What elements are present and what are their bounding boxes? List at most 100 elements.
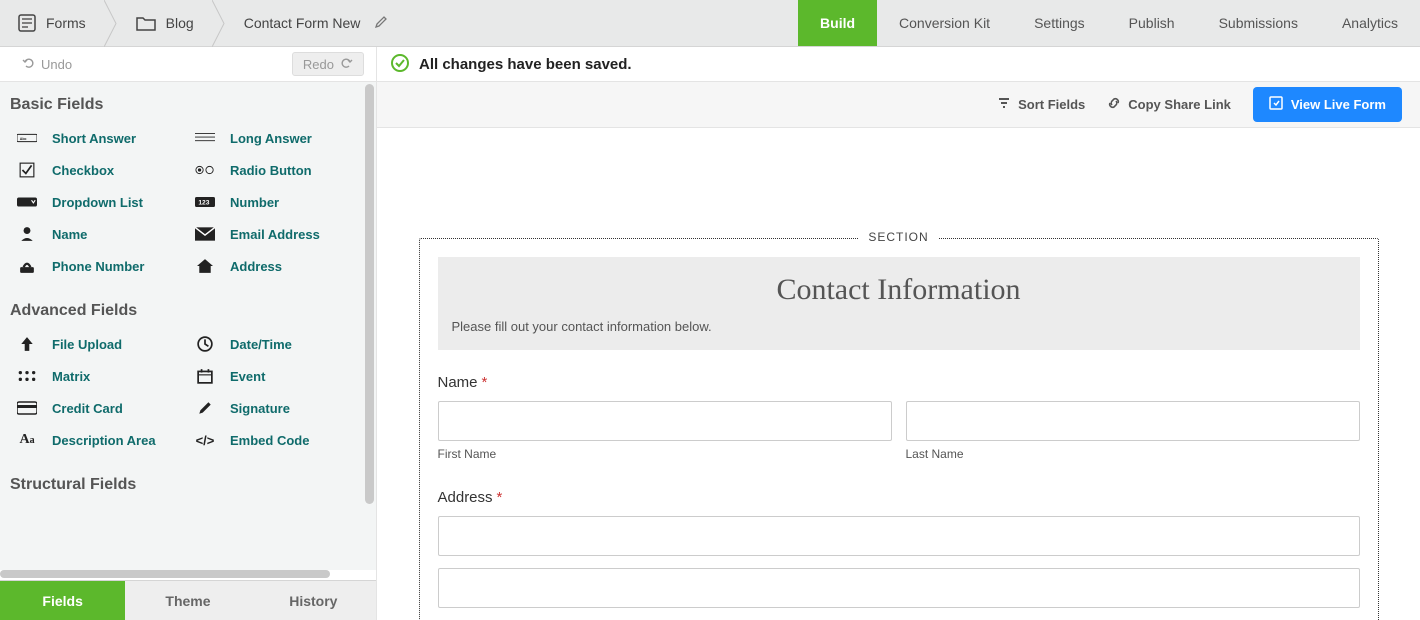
tab-build[interactable]: Build [798, 0, 877, 46]
address-line1-input[interactable] [438, 516, 1360, 556]
field-label: Address [230, 259, 282, 274]
tab-submissions-label: Submissions [1219, 15, 1298, 31]
breadcrumb-separator [212, 0, 226, 46]
field-address[interactable]: Address [184, 250, 358, 282]
phone-icon [14, 258, 40, 274]
text-icon: Aa [14, 432, 40, 448]
calendar-icon [192, 368, 218, 384]
advanced-fields-grid: File Upload Date/Time Matrix Event Credi… [0, 328, 364, 462]
top-bar: Forms Blog Contact Form New Build Conver… [0, 0, 1420, 47]
last-name-col: Last Name [906, 401, 1360, 461]
short-answer-icon: Abc [14, 130, 40, 146]
field-email-address[interactable]: Email Address [184, 218, 358, 250]
address-line2-input[interactable] [438, 568, 1360, 608]
sort-fields-button[interactable]: Sort Fields [997, 96, 1085, 113]
sidebar-scrollbar-vertical[interactable] [365, 84, 374, 564]
tab-conversion-kit[interactable]: Conversion Kit [877, 0, 1012, 46]
field-long-answer[interactable]: Long Answer [184, 122, 358, 154]
folder-icon [136, 15, 156, 31]
tab-submissions[interactable]: Submissions [1197, 0, 1320, 46]
field-label: Email Address [230, 227, 320, 242]
form-body: Name* First Name Last Name Address* [438, 350, 1360, 620]
pencil-icon [192, 400, 218, 416]
bottom-tab-theme[interactable]: Theme [125, 581, 250, 620]
basic-fields-header: Basic Fields [0, 82, 364, 122]
forms-icon [18, 14, 36, 32]
first-name-input[interactable] [438, 401, 892, 441]
field-matrix[interactable]: Matrix [6, 360, 180, 392]
check-circle-icon [391, 54, 409, 75]
code-icon: </> [192, 433, 218, 448]
sort-icon [997, 96, 1011, 113]
field-short-answer[interactable]: AbcShort Answer [6, 122, 180, 154]
field-label: Date/Time [230, 337, 292, 352]
sort-fields-label: Sort Fields [1018, 97, 1085, 112]
first-name-col: First Name [438, 401, 892, 461]
name-label-text: Name [438, 374, 478, 391]
tab-publish[interactable]: Publish [1107, 0, 1197, 46]
field-phone-number[interactable]: Phone Number [6, 250, 180, 282]
field-embed-code[interactable]: </> Embed Code [184, 424, 358, 456]
breadcrumb-title[interactable]: Contact Form New [226, 0, 399, 46]
field-dropdown-list[interactable]: Dropdown List [6, 186, 180, 218]
field-file-upload[interactable]: File Upload [6, 328, 180, 360]
content-area: All changes have been saved. Sort Fields… [377, 47, 1420, 620]
address-block [438, 516, 1360, 620]
field-label: Embed Code [230, 433, 309, 448]
long-answer-icon [192, 130, 218, 146]
clock-icon [192, 336, 218, 352]
bottom-tab-history[interactable]: History [251, 581, 376, 620]
fields-pane: Basic Fields AbcShort Answer Long Answer… [0, 82, 376, 570]
redo-button[interactable]: Redo [292, 52, 364, 76]
field-label: Long Answer [230, 131, 312, 146]
field-credit-card[interactable]: Credit Card [6, 392, 180, 424]
field-label: File Upload [52, 337, 122, 352]
field-datetime[interactable]: Date/Time [184, 328, 358, 360]
upload-icon [14, 336, 40, 352]
section-heading: Contact Information [452, 273, 1346, 307]
fields-scroll[interactable]: Basic Fields AbcShort Answer Long Answer… [0, 82, 364, 570]
edit-icon[interactable] [374, 15, 388, 32]
main-body: Undo Redo Basic Fields AbcShort Answer L… [0, 47, 1420, 620]
breadcrumb-forms[interactable]: Forms [0, 0, 104, 46]
field-description-area[interactable]: AaDescription Area [6, 424, 180, 456]
copy-share-link-button[interactable]: Copy Share Link [1107, 96, 1231, 113]
form-section[interactable]: SECTION Contact Information Please fill … [419, 238, 1379, 620]
bottom-tab-label: Theme [165, 593, 210, 609]
field-label: Number [230, 195, 279, 210]
external-icon [1269, 96, 1283, 113]
field-event[interactable]: Event [184, 360, 358, 392]
field-signature[interactable]: Signature [184, 392, 358, 424]
required-asterisk: * [482, 374, 488, 391]
field-checkbox[interactable]: Checkbox [6, 154, 180, 186]
sidebar-bottom-tabs: Fields Theme History [0, 580, 376, 620]
svg-text:Abc: Abc [20, 137, 27, 141]
tool-row: Sort Fields Copy Share Link View Live Fo… [377, 82, 1420, 128]
last-name-input[interactable] [906, 401, 1360, 441]
field-label: Phone Number [52, 259, 144, 274]
top-tabs: Build Conversion Kit Settings Publish Su… [798, 0, 1420, 46]
field-number[interactable]: 123Number [184, 186, 358, 218]
field-radio-button[interactable]: Radio Button [184, 154, 358, 186]
bottom-tab-label: History [289, 593, 337, 609]
address-label-text: Address [438, 489, 493, 506]
field-name[interactable]: Name [6, 218, 180, 250]
tab-settings[interactable]: Settings [1012, 0, 1107, 46]
section-subheading: Please fill out your contact information… [452, 319, 1346, 334]
form-canvas[interactable]: SECTION Contact Information Please fill … [377, 128, 1420, 620]
undo-button[interactable]: Undo [12, 53, 82, 75]
field-label: Event [230, 369, 265, 384]
view-live-form-button[interactable]: View Live Form [1253, 87, 1402, 122]
bottom-tab-fields[interactable]: Fields [0, 581, 125, 620]
tab-publish-label: Publish [1129, 15, 1175, 31]
undo-icon [22, 56, 35, 72]
breadcrumb-separator [104, 0, 118, 46]
tab-conversion-label: Conversion Kit [899, 15, 990, 31]
view-live-form-label: View Live Form [1291, 97, 1386, 112]
sidebar-scrollbar-horizontal[interactable] [0, 570, 376, 580]
name-row: First Name Last Name [438, 401, 1360, 461]
structural-fields-header: Structural Fields [0, 462, 364, 502]
tab-analytics[interactable]: Analytics [1320, 0, 1420, 46]
breadcrumb-blog[interactable]: Blog [118, 0, 212, 46]
section-header: Contact Information Please fill out your… [438, 257, 1360, 350]
